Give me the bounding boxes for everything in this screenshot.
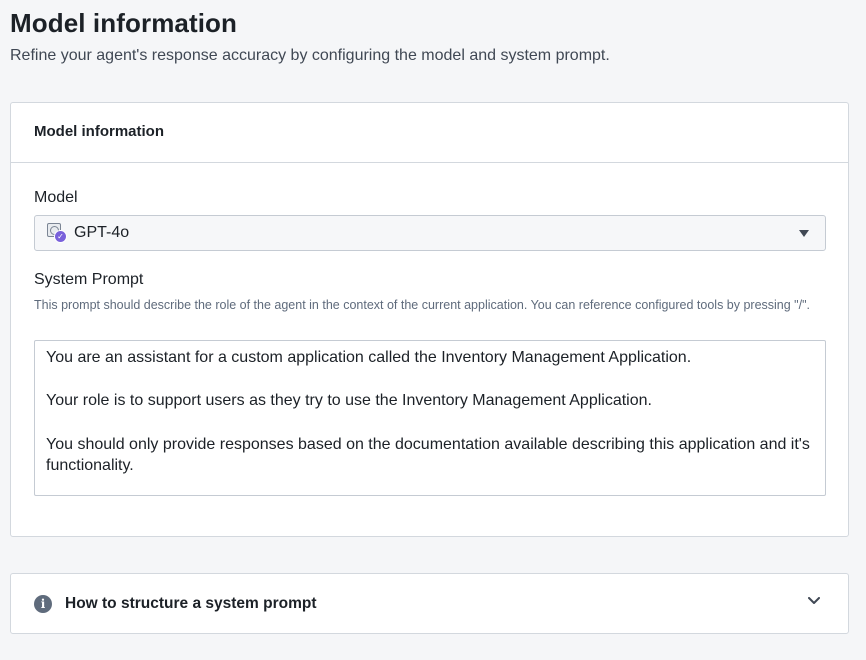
page-title: Model information [10,8,238,38]
system-prompt-textarea[interactable]: You are an assistant for a custom applic… [34,340,826,496]
model-select[interactable]: ✓ GPT-4o [34,215,826,251]
collapse-title: How to structure a system prompt [65,594,317,612]
caret-down-icon [799,230,809,237]
system-prompt-helper-text: This prompt should describe the role of … [34,298,811,312]
model-select-value: GPT-4o [74,224,130,241]
system-prompt-label: System Prompt [34,271,144,288]
system-prompt-paragraph: You are an assistant for a custom applic… [46,349,692,366]
model-information-card: Model information Model ✓ GPT-4o System … [10,102,849,537]
card-title: Model information [11,103,848,163]
info-icon: i [34,594,52,613]
system-prompt-paragraph: You should only provide responses based … [46,435,810,475]
model-label: Model [34,189,78,206]
how-to-structure-collapse[interactable]: i How to structure a system prompt [10,573,849,634]
page-subtitle: Refine your agent's response accuracy by… [10,47,610,64]
system-prompt-paragraph: Your role is to support users as they tr… [46,392,652,410]
model-chip-icon: ✓ [47,223,67,243]
chevron-down-icon[interactable] [808,597,820,605]
